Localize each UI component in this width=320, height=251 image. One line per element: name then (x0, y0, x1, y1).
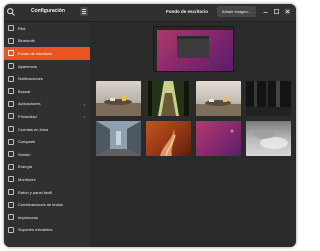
sidebar-item-label: Energía (18, 164, 33, 170)
wallpaper-icon (8, 50, 14, 57)
hamburger-menu-button[interactable] (80, 7, 88, 16)
minimize-icon[interactable] (262, 8, 269, 15)
preview-dock (154, 30, 157, 71)
sidebar-item-label: Sonido (18, 151, 31, 157)
sidebar-item-notificaciones[interactable]: Notificaciones (4, 72, 90, 85)
sidebar-item-label: Ratón y panel táctil (18, 189, 53, 195)
sidebar-item-label: Monitores (18, 176, 36, 182)
sidebar-item-monitores[interactable]: Monitores (4, 173, 90, 186)
dark-forest-image (246, 81, 291, 116)
sidebar-item-label: Combinaciones de teclas (18, 202, 63, 208)
wallpaper-cafe-table-2[interactable] (196, 81, 241, 116)
main-header: Fondo de escritorio Añadir imagen... (90, 4, 296, 22)
sidebar-item-label: Fondo de escritorio (18, 50, 53, 56)
chevron-right-icon: › (83, 114, 85, 120)
media-icon (8, 226, 14, 233)
sidebar-item-privacidad[interactable]: Privacidad › (4, 110, 90, 123)
speaker-icon (8, 151, 14, 158)
sidebar: Configuración Red Bluetooth Fondo de escri… (4, 4, 91, 247)
wallpaper-grey-abstract[interactable] (246, 121, 291, 156)
sidebar-item-ratón-y-panel-táctil[interactable]: Ratón y panel táctil (4, 186, 90, 199)
sidebar-item-sonido[interactable]: Sonido (4, 148, 90, 161)
close-icon[interactable] (284, 8, 291, 15)
sidebar-item-energía[interactable]: Energía (4, 161, 90, 174)
sidebar-item-aplicaciones[interactable]: Aplicaciones › (4, 98, 90, 111)
mouse-icon (8, 189, 14, 196)
sidebar-item-label: Cuentas en línea (18, 126, 49, 132)
bell-icon (8, 75, 14, 82)
bluetooth-icon (8, 37, 14, 44)
sidebar-item-impresoras[interactable]: Impresoras (4, 211, 90, 224)
search-icon[interactable] (6, 7, 16, 17)
power-icon (8, 163, 14, 170)
sidebar-header: Configuración (4, 4, 90, 22)
sidebar-item-compartir[interactable]: Compartir (4, 135, 90, 148)
wallpaper-forest-path[interactable] (146, 81, 191, 116)
page-title: Fondo de escritorio (166, 9, 209, 14)
orange-abstract-image (160, 129, 176, 156)
sidebar-item-label: Apariencia (18, 63, 37, 69)
maximize-icon[interactable] (273, 8, 280, 15)
sidebar-item-fondo-de-escritorio[interactable]: Fondo de escritorio (4, 47, 90, 60)
settings-window: Configuración Red Bluetooth Fondo de escri… (4, 4, 296, 247)
sidebar-item-label: Compartir (18, 139, 36, 145)
sidebar-item-red[interactable]: Red (4, 22, 90, 35)
preview-top-bar (154, 27, 233, 30)
sidebar-item-soportes-extraíbles[interactable]: Soportes extraíbles (4, 224, 90, 237)
sidebar-item-label: Buscar (18, 88, 31, 94)
printer-icon (8, 214, 14, 221)
wallpaper-purple-gradient[interactable] (196, 121, 241, 156)
sidebar-item-apariencia[interactable]: Apariencia (4, 60, 90, 73)
monitor-icon (8, 176, 14, 183)
wallpaper-preview (153, 26, 234, 72)
sidebar-item-label: Red (18, 25, 26, 31)
cafe-table-image (96, 96, 141, 116)
share-icon (8, 138, 14, 145)
grey-abstract-image (254, 131, 288, 149)
wallpaper-orange-abstract[interactable] (146, 121, 191, 156)
wallpaper-dark-forest[interactable] (246, 81, 291, 116)
sidebar-item-combinaciones-de-teclas[interactable]: Combinaciones de teclas (4, 198, 90, 211)
network-icon (8, 25, 14, 32)
sidebar-item-label: Notificaciones (18, 76, 43, 82)
sidebar-item-buscar[interactable]: Buscar (4, 85, 90, 98)
sidebar-item-label: Impresoras (18, 214, 39, 220)
add-image-button[interactable]: Añadir imagen... (217, 6, 256, 17)
sidebar-item-label: Aplicaciones (18, 101, 41, 107)
purple-gradient-image (230, 129, 234, 133)
cloud-icon (8, 126, 14, 133)
cafe-table-2-image (196, 97, 241, 116)
apps-icon (8, 100, 14, 107)
wallpaper-cafe-table[interactable] (96, 81, 141, 116)
keyboard-icon (8, 201, 14, 208)
sidebar-item-label: Soportes extraíbles (18, 227, 53, 233)
sidebar-list: Red Bluetooth Fondo de escritorio Aparienci… (4, 22, 90, 236)
hand-icon (8, 113, 14, 120)
main-panel: Fondo de escritorio Añadir imagen... (90, 4, 296, 247)
chevron-right-icon: › (83, 101, 85, 107)
city-street-image (96, 121, 141, 156)
sidebar-title: Configuración (31, 8, 65, 14)
sidebar-item-label: Bluetooth (18, 38, 35, 44)
forest-path-image (146, 81, 191, 116)
sidebar-item-cuentas-en-línea[interactable]: Cuentas en línea (4, 123, 90, 136)
appearance-icon (8, 63, 14, 70)
sidebar-item-label: Privacidad (18, 113, 37, 119)
wallpaper-city-street[interactable] (96, 121, 141, 156)
preview-window (177, 36, 209, 58)
sidebar-item-bluetooth[interactable]: Bluetooth (4, 35, 90, 48)
search-icon (8, 88, 14, 95)
